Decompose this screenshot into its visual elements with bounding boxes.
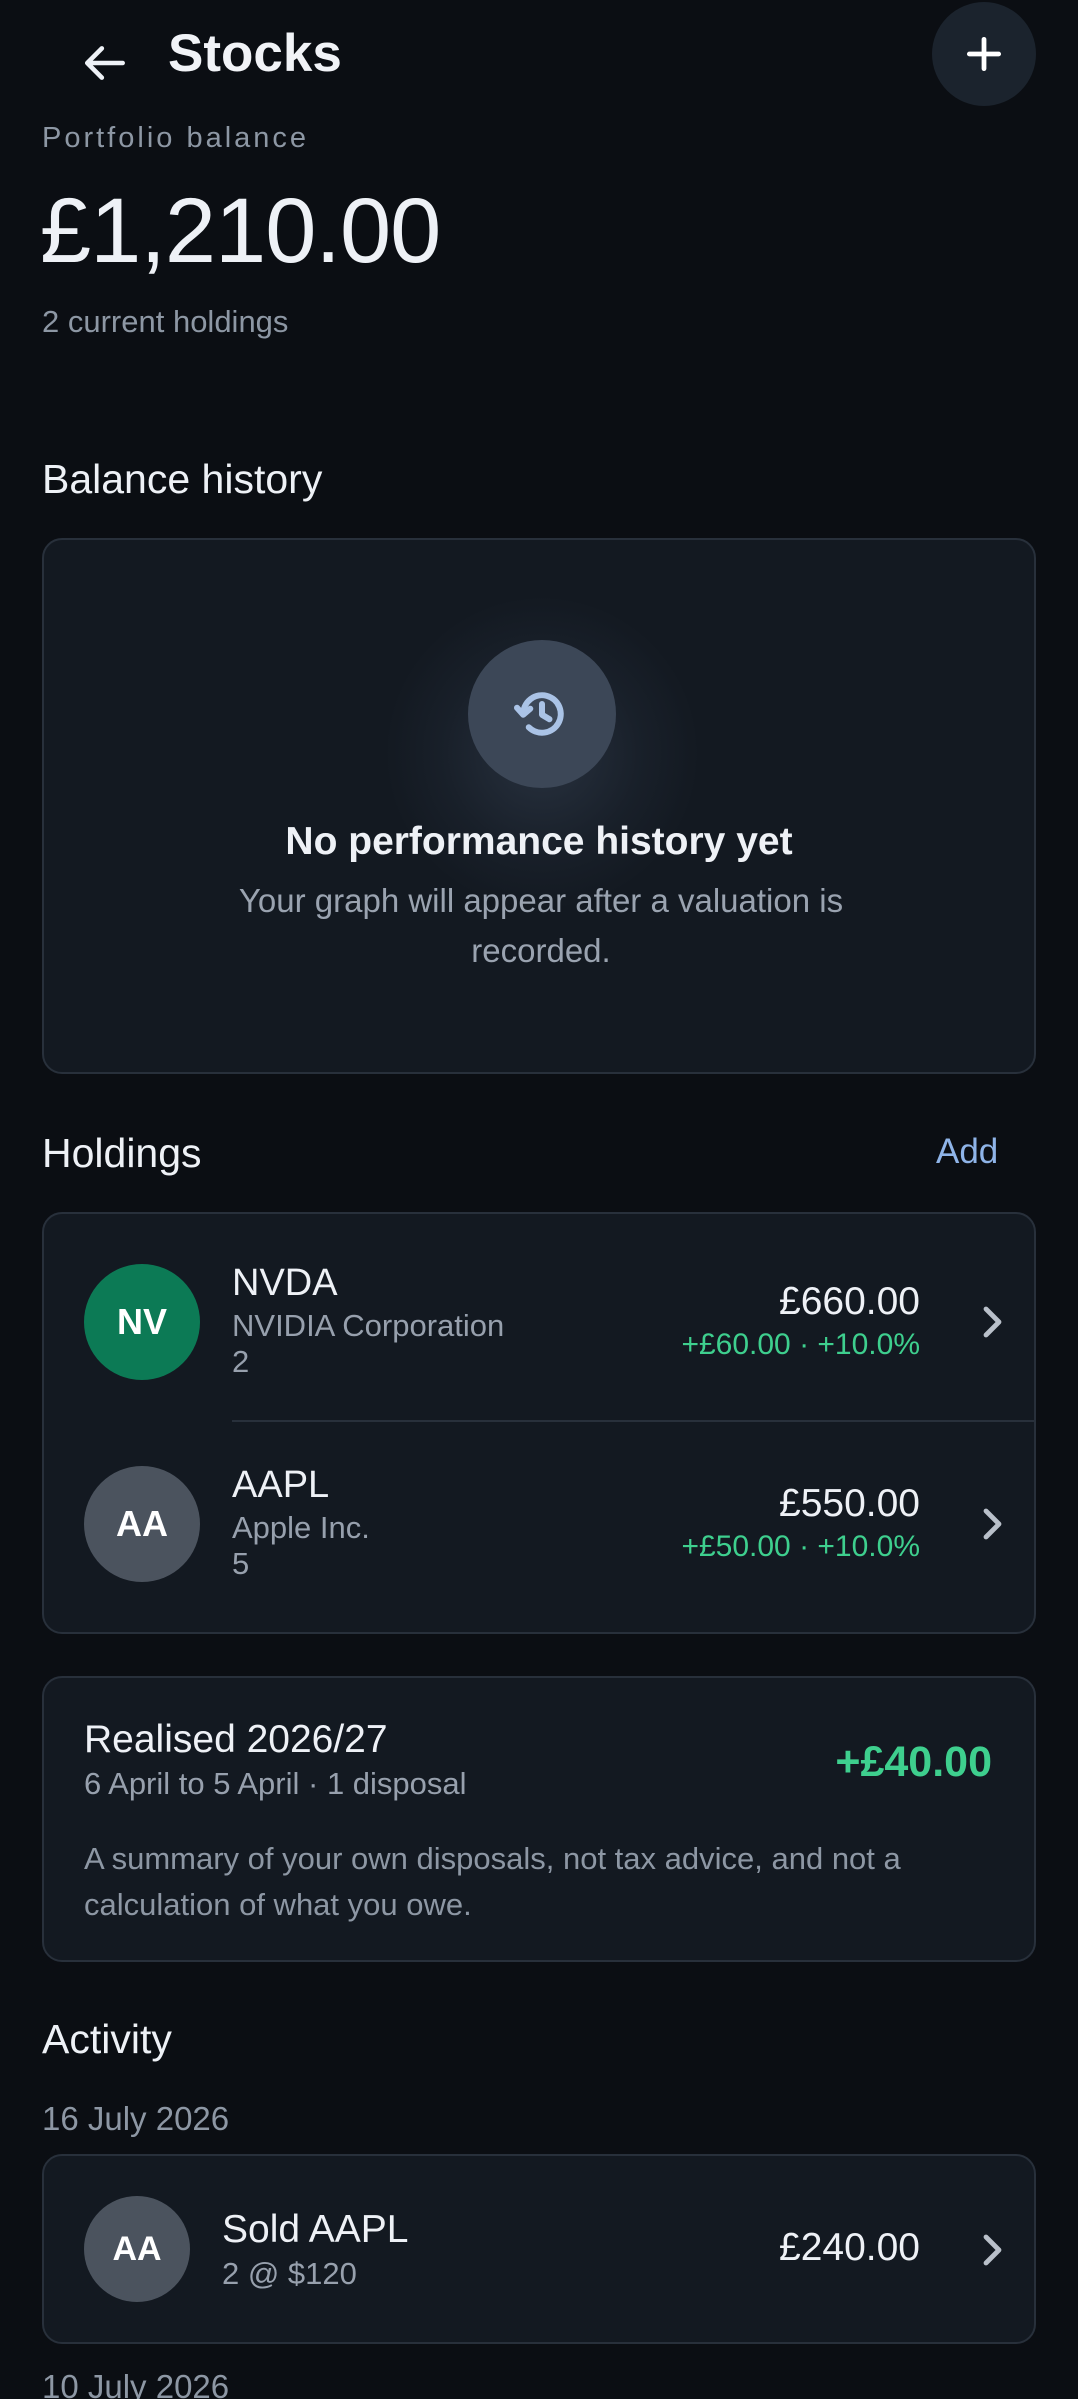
page-title: Stocks xyxy=(168,24,342,83)
plus-icon xyxy=(966,36,1002,72)
activity-date: 10 July 2026 xyxy=(42,2368,230,2399)
holding-row-nvda[interactable]: NV NVDA NVIDIA Corporation 2 £660.00 +£6… xyxy=(44,1214,1034,1422)
activity-item[interactable]: AA Sold AAPL 2 @ $120 £240.00 xyxy=(42,2154,1036,2344)
holding-ticker: NVDA xyxy=(232,1262,338,1304)
holding-value: £550.00 xyxy=(779,1482,920,1525)
history-icon-badge xyxy=(468,640,616,788)
activity-title: Activity xyxy=(42,2016,172,2062)
add-stock-button[interactable] xyxy=(932,2,1036,106)
stocks-screen: Stocks Portfolio balance £1,210.00 2 cur… xyxy=(0,0,1078,2399)
portfolio-balance-value: £1,210.00 xyxy=(40,180,441,282)
holding-name: Apple Inc. xyxy=(232,1510,370,1545)
empty-state-text: Your graph will appear after a valuation… xyxy=(238,882,844,969)
balance-history-title: Balance history xyxy=(42,456,323,502)
holding-ticker: AAPL xyxy=(232,1464,330,1506)
arrow-left-icon xyxy=(84,46,125,80)
realised-card[interactable]: Realised 2026/27 6 April to 5 April · 1 … xyxy=(42,1676,1036,1962)
holding-row-aapl[interactable]: AA AAPL Apple Inc. 5 £550.00 +£50.00 · +… xyxy=(44,1416,1034,1616)
avatar: NV xyxy=(84,1264,200,1380)
holdings-count: 2 current holdings xyxy=(42,304,289,339)
chevron-right-icon xyxy=(978,1504,1008,1544)
avatar: AA xyxy=(84,1466,200,1582)
holding-change: +£60.00 · +10.0% xyxy=(681,1328,920,1361)
history-icon xyxy=(514,692,564,736)
add-holding-link[interactable]: Add xyxy=(936,1132,998,1172)
balance-history-card: No performance history yet Your graph wi… xyxy=(42,538,1036,1074)
chevron-right-icon xyxy=(978,1302,1008,1342)
activity-title-text: Sold AAPL xyxy=(222,2208,409,2251)
holding-value: £660.00 xyxy=(779,1280,920,1323)
holdings-title: Holdings xyxy=(42,1130,202,1176)
activity-amount: £240.00 xyxy=(779,2226,920,2269)
activity-date: 16 July 2026 xyxy=(42,2100,230,2137)
realised-subtitle: 6 April to 5 April · 1 disposal xyxy=(84,1766,467,1801)
realised-title: Realised 2026/27 xyxy=(84,1718,388,1761)
portfolio-balance-label: Portfolio balance xyxy=(42,122,310,154)
holding-name: NVIDIA Corporation xyxy=(232,1308,505,1343)
activity-subtitle: 2 @ $120 xyxy=(222,2256,357,2291)
empty-state-title: No performance history yet xyxy=(285,820,793,863)
realised-amount: +£40.00 xyxy=(835,1738,992,1786)
holding-quantity: 2 xyxy=(232,1344,250,1379)
holding-change: +£50.00 · +10.0% xyxy=(681,1530,920,1563)
back-button[interactable] xyxy=(58,18,154,108)
avatar: AA xyxy=(84,2196,190,2302)
holdings-card: NV NVDA NVIDIA Corporation 2 £660.00 +£6… xyxy=(42,1212,1036,1634)
holding-quantity: 5 xyxy=(232,1546,250,1581)
realised-note: A summary of your own disposals, not tax… xyxy=(84,1841,901,1922)
chevron-right-icon xyxy=(978,2230,1008,2270)
